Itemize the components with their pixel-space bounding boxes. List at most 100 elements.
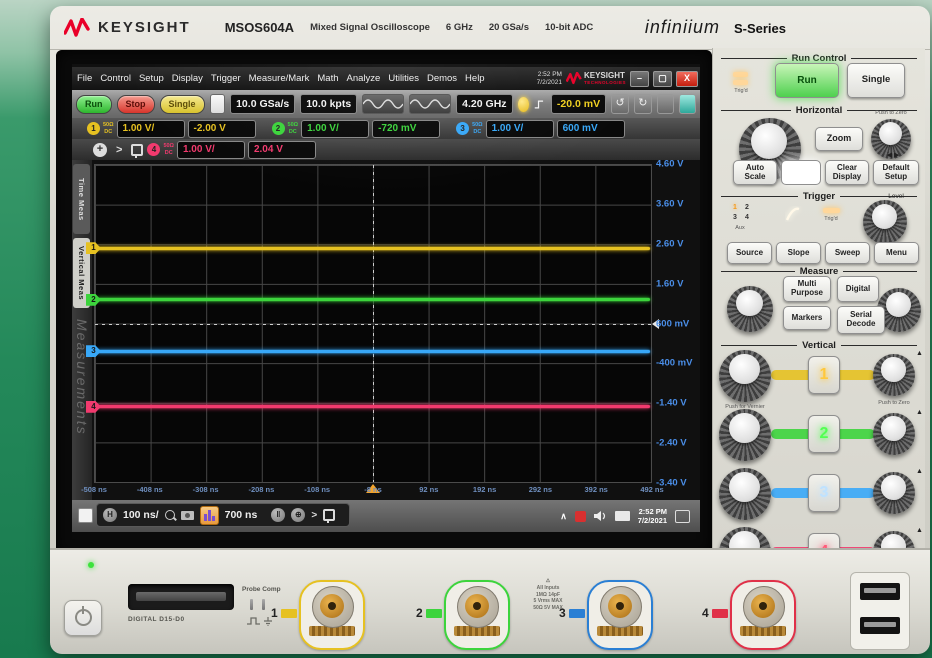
trigger-source-indicator[interactable] bbox=[518, 97, 529, 112]
measure-knob-left[interactable] bbox=[727, 286, 773, 332]
sample-rate-box[interactable]: 10.0 GSa/s bbox=[230, 94, 295, 114]
menu-item-control[interactable]: Control bbox=[100, 73, 131, 84]
waveform-trace-channel-1[interactable] bbox=[96, 247, 650, 250]
waveform-style-button[interactable] bbox=[362, 94, 404, 114]
menu-item-utilities[interactable]: Utilities bbox=[388, 73, 419, 84]
bnc-connector-2[interactable] bbox=[457, 586, 499, 628]
touch-toggle-button[interactable] bbox=[210, 94, 226, 114]
timebase-value[interactable]: 100 ns/ bbox=[123, 509, 159, 521]
channel-2-scale[interactable]: 1.00 V/ bbox=[301, 120, 369, 138]
channel-1-enable-button[interactable]: 1 bbox=[808, 356, 840, 394]
power-button[interactable] bbox=[64, 600, 102, 636]
add-measurement-icon[interactable]: + bbox=[93, 143, 107, 157]
pin-icon[interactable] bbox=[131, 144, 143, 156]
waveform-trace-channel-3[interactable] bbox=[96, 350, 650, 353]
probe-comp-pin[interactable] bbox=[262, 599, 265, 610]
probe-comp-pin[interactable] bbox=[250, 599, 253, 610]
keyboard-icon[interactable] bbox=[615, 511, 630, 521]
channel-2-scale-knob[interactable] bbox=[719, 409, 771, 461]
menu-item-analyze[interactable]: Analyze bbox=[347, 73, 381, 84]
sweep-button[interactable]: Sweep bbox=[825, 242, 870, 264]
channel-1-badge[interactable]: 1 bbox=[87, 122, 100, 135]
menu-item-demos[interactable]: Demos bbox=[427, 73, 457, 84]
channel-3-badge[interactable]: 3 bbox=[456, 122, 469, 135]
run-button[interactable]: Run bbox=[76, 95, 112, 114]
waveform-trace-channel-2[interactable] bbox=[96, 298, 650, 301]
horizontal-menu-icon[interactable]: H bbox=[103, 508, 117, 522]
channel-3-coupling[interactable]: 50ΩDC bbox=[472, 122, 483, 134]
sidebar-tab-time-meas[interactable]: Time Meas bbox=[73, 164, 90, 234]
channel-4-offset[interactable]: 2.04 V bbox=[248, 141, 316, 159]
waveform-trace-channel-4[interactable] bbox=[96, 405, 650, 408]
channel-3-offset[interactable]: 600 mV bbox=[557, 120, 625, 138]
menu-item-trigger[interactable]: Trigger bbox=[211, 73, 241, 84]
camera-icon[interactable] bbox=[181, 511, 194, 520]
menu-item-file[interactable]: File bbox=[77, 73, 92, 84]
bnc-connector-3[interactable] bbox=[600, 586, 642, 628]
channel-3-scale-knob[interactable] bbox=[719, 468, 771, 520]
minimize-button[interactable]: – bbox=[630, 71, 649, 87]
waveform-style-button-2[interactable] bbox=[409, 94, 451, 114]
channel-1-coupling[interactable]: 50ΩDC bbox=[103, 122, 114, 134]
marker-icon[interactable]: ⊕ bbox=[291, 508, 305, 522]
channel-3-enable-button[interactable]: 3 bbox=[808, 474, 840, 512]
tray-chevron-icon[interactable]: ∧ bbox=[560, 511, 567, 522]
expand-arrow-icon[interactable]: > bbox=[116, 144, 122, 156]
channel-4-coupling[interactable]: 50ΩDC bbox=[163, 143, 174, 155]
channel-3-scale[interactable]: 1.00 V/ bbox=[486, 120, 554, 138]
channel-2-offset[interactable]: -720 mV bbox=[372, 120, 440, 138]
touch-button[interactable] bbox=[781, 160, 821, 185]
channel-4-scale[interactable]: 1.00 V/ bbox=[177, 141, 245, 159]
stop-button[interactable]: Stop bbox=[117, 95, 155, 114]
default-setup-button[interactable]: Default Setup bbox=[873, 160, 919, 185]
memory-depth-box[interactable]: 10.0 kpts bbox=[300, 94, 357, 114]
usb-port-2[interactable] bbox=[860, 617, 900, 634]
waveform-grid[interactable]: 1234 bbox=[94, 164, 652, 483]
pin-icon[interactable] bbox=[323, 509, 335, 521]
zoom-button[interactable]: Zoom bbox=[815, 127, 863, 151]
bnc-connector-4[interactable] bbox=[743, 586, 785, 628]
channel-1-scale[interactable]: 1.00 V/ bbox=[117, 120, 185, 138]
serial-decode-button[interactable]: Serial Decode bbox=[837, 306, 885, 334]
channel-2-offset-knob[interactable] bbox=[873, 413, 915, 455]
notification-icon[interactable] bbox=[675, 510, 690, 523]
run-stop-button[interactable]: Run bbox=[775, 63, 839, 98]
maximize-button[interactable]: ▢ bbox=[653, 71, 672, 87]
histogram-button[interactable] bbox=[200, 506, 219, 525]
channel-4-badge[interactable]: 4 bbox=[147, 143, 160, 156]
speaker-icon[interactable] bbox=[594, 510, 607, 522]
channel-1-offset-knob[interactable] bbox=[873, 354, 915, 396]
channel-1-offset[interactable]: -2.00 V bbox=[188, 120, 256, 138]
pause-icon[interactable]: ‖ bbox=[271, 508, 285, 522]
clear-display-button[interactable]: Clear Display bbox=[825, 160, 869, 185]
bandwidth-box[interactable]: 4.20 GHz bbox=[456, 94, 512, 114]
source-button[interactable]: Source bbox=[727, 242, 772, 264]
autoscale-button[interactable]: Auto Scale bbox=[733, 160, 777, 185]
bnc-connector-1[interactable] bbox=[312, 586, 354, 628]
markers-button[interactable]: Markers bbox=[783, 306, 831, 330]
pointer-mode-button[interactable] bbox=[657, 94, 674, 114]
trigger-level-knob[interactable] bbox=[863, 200, 907, 244]
channel-2-badge[interactable]: 2 bbox=[272, 122, 285, 135]
digital-input-slot[interactable] bbox=[128, 584, 234, 610]
menu-item-setup[interactable]: Setup bbox=[139, 73, 164, 84]
single-button-panel[interactable]: Single bbox=[847, 63, 905, 98]
channel-2-enable-button[interactable]: 2 bbox=[808, 415, 840, 453]
show-desktop-icon[interactable] bbox=[78, 508, 93, 523]
undo-button[interactable]: ↺ bbox=[611, 94, 629, 114]
menu-item-measuremark[interactable]: Measure/Mark bbox=[249, 73, 310, 84]
menu-button[interactable]: Menu bbox=[874, 242, 919, 264]
slope-button[interactable]: Slope bbox=[776, 242, 821, 264]
channel-1-scale-knob[interactable] bbox=[719, 350, 771, 402]
channel-3-offset-knob[interactable] bbox=[873, 472, 915, 514]
search-zoom-icon[interactable] bbox=[165, 510, 175, 520]
menu-item-help[interactable]: Help bbox=[465, 73, 485, 84]
multi-purpose-button[interactable]: Multi Purpose bbox=[783, 276, 831, 302]
menu-item-display[interactable]: Display bbox=[172, 73, 203, 84]
expand-arrow-icon[interactable]: > bbox=[311, 510, 317, 521]
close-button[interactable]: X bbox=[676, 71, 698, 87]
usb-port-1[interactable] bbox=[860, 583, 900, 600]
annotation-mode-button[interactable] bbox=[679, 94, 696, 114]
digital-button[interactable]: Digital bbox=[837, 276, 879, 302]
redo-button[interactable]: ↻ bbox=[634, 94, 652, 114]
